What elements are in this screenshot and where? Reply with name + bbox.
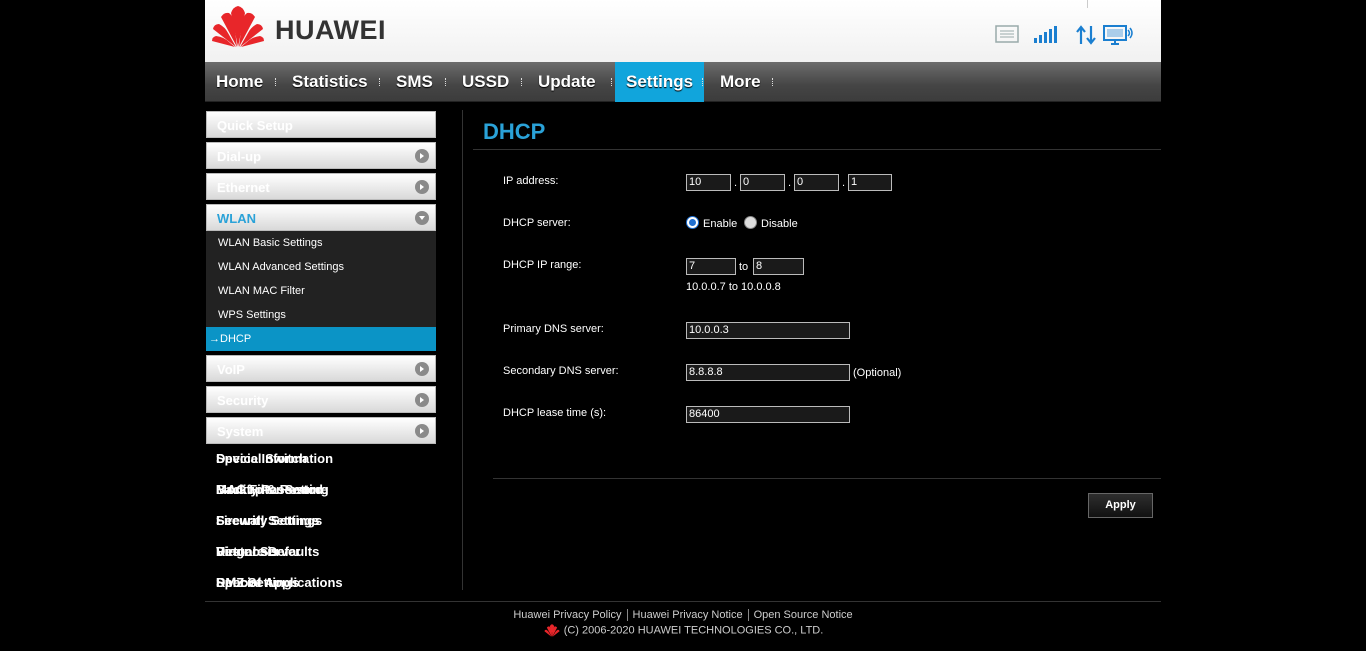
chevron-right-icon bbox=[415, 149, 429, 163]
main-nav: Home Statistics SMS USSD Update Settings… bbox=[205, 62, 1161, 102]
nav-settings[interactable]: Settings bbox=[615, 62, 705, 102]
nav-update[interactable]: Update bbox=[527, 62, 607, 102]
chevron-down-icon bbox=[415, 211, 429, 225]
chevron-right-icon bbox=[415, 424, 429, 438]
message-icon[interactable] bbox=[995, 24, 1019, 44]
header: HUAWEI bbox=[205, 0, 1161, 62]
sidebar-item-dhcp[interactable]: →DHCP bbox=[206, 327, 436, 351]
menu-ethernet[interactable]: Ethernet bbox=[206, 173, 436, 200]
menu-quick-setup[interactable]: Quick Setup bbox=[206, 111, 436, 138]
dhcp-range-hint: 10.0.0.7 to 10.0.0.8 bbox=[686, 281, 781, 293]
huawei-small-logo-icon bbox=[544, 624, 560, 637]
dhcp-disable-label: Disable bbox=[761, 218, 798, 230]
sidebar-item-label: Virtual Server bbox=[216, 544, 301, 559]
range-to-label: to bbox=[739, 261, 749, 273]
menu-wlan[interactable]: WLAN bbox=[206, 204, 436, 231]
menu-label: Security bbox=[217, 393, 269, 408]
nav-separator bbox=[379, 78, 381, 86]
nav-more[interactable]: More bbox=[709, 62, 772, 102]
sidebar-item-wlan-advanced[interactable]: WLAN Advanced Settings bbox=[206, 255, 436, 279]
primary-dns-label: Primary DNS server: bbox=[503, 323, 604, 335]
arrow-right-icon: → bbox=[209, 333, 220, 345]
nav-sms[interactable]: SMS bbox=[385, 62, 444, 102]
dhcp-enable-radio[interactable] bbox=[686, 216, 699, 229]
sidebar-item-wlan-basic[interactable]: WLAN Basic Settings bbox=[206, 231, 436, 255]
nav-separator bbox=[275, 78, 277, 86]
nav-home[interactable]: Home bbox=[205, 62, 274, 102]
menu-label: Dial-up bbox=[217, 149, 262, 164]
page: HUAWEI Home Statistics SMS USSD Update S… bbox=[205, 0, 1161, 651]
lease-time-input[interactable]: 86400 bbox=[686, 406, 850, 423]
open-source-link[interactable]: Open Source Notice bbox=[749, 609, 858, 621]
nav-separator bbox=[772, 78, 774, 86]
sidebar-item-label: Firewall Settings bbox=[216, 513, 320, 528]
dhcp-range-label: DHCP IP range: bbox=[503, 259, 582, 271]
sidebar-item-wlan-mac-filter[interactable]: WLAN MAC Filter bbox=[206, 279, 436, 303]
connected-device-icon bbox=[1103, 25, 1133, 45]
ip-dot: . bbox=[788, 177, 792, 189]
ip-dot: . bbox=[734, 177, 738, 189]
huawei-logo-icon bbox=[212, 6, 264, 47]
title-divider bbox=[473, 149, 1161, 150]
menu-label: WLAN bbox=[217, 211, 256, 226]
chevron-right-icon bbox=[415, 362, 429, 376]
primary-dns-input[interactable]: 10.0.0.3 bbox=[686, 322, 850, 339]
privacy-notice-link[interactable]: Huawei Privacy Notice bbox=[628, 609, 748, 621]
vertical-divider bbox=[462, 110, 463, 590]
footer-links: Huawei Privacy Policy Huawei Privacy Noti… bbox=[205, 609, 1161, 622]
dhcp-range-start-input[interactable]: 7 bbox=[686, 258, 736, 275]
secondary-dns-input[interactable]: 8.8.8.8 bbox=[686, 364, 850, 381]
nav-separator bbox=[445, 78, 447, 86]
copyright: (C) 2006-2020 HUAWEI TECHNOLOGIES CO., L… bbox=[205, 624, 1161, 637]
privacy-policy-link[interactable]: Huawei Privacy Policy bbox=[508, 609, 626, 621]
ip-dot: . bbox=[842, 177, 846, 189]
menu-label: Quick Setup bbox=[217, 118, 293, 133]
data-transfer-icon bbox=[1076, 25, 1096, 45]
sidebar-item-label: DHCP bbox=[220, 333, 252, 345]
menu-dialup[interactable]: Dial-up bbox=[206, 142, 436, 169]
dhcp-server-label: DHCP server: bbox=[503, 217, 571, 229]
menu-voip[interactable]: VoIP bbox=[206, 355, 436, 382]
footer-divider bbox=[205, 601, 1161, 602]
ip-octet-4-input[interactable]: 1 bbox=[848, 174, 892, 191]
sidebar-item-label: Special Switch bbox=[216, 451, 308, 466]
lease-time-label: DHCP lease time (s): bbox=[503, 407, 607, 419]
sidebar-item-label: Backup & Restore bbox=[216, 482, 328, 497]
menu-label: VoIP bbox=[217, 362, 245, 377]
page-title: DHCP bbox=[483, 119, 546, 144]
nav-separator bbox=[611, 78, 613, 86]
nav-separator bbox=[521, 78, 523, 86]
signal-strength-icon bbox=[1034, 26, 1057, 43]
header-divider bbox=[1087, 0, 1088, 8]
chevron-right-icon bbox=[415, 393, 429, 407]
menu-label: Ethernet bbox=[217, 180, 270, 195]
form-divider bbox=[493, 478, 1161, 479]
nav-ussd[interactable]: USSD bbox=[451, 62, 520, 102]
optional-label: (Optional) bbox=[853, 367, 902, 379]
copyright-text: (C) 2006-2020 HUAWEI TECHNOLOGIES CO., L… bbox=[563, 624, 824, 637]
dhcp-range-end-input[interactable]: 8 bbox=[753, 258, 804, 275]
dhcp-disable-radio[interactable] bbox=[744, 216, 757, 229]
nav-separator bbox=[702, 78, 704, 86]
menu-system[interactable]: System bbox=[206, 417, 436, 444]
menu-security[interactable]: Security bbox=[206, 386, 436, 413]
dhcp-enable-label: Enable bbox=[703, 218, 738, 230]
secondary-dns-label: Secondary DNS server: bbox=[503, 365, 619, 377]
ip-octet-1-input[interactable]: 10 bbox=[686, 174, 731, 191]
ip-octet-2-input[interactable]: 0 bbox=[740, 174, 785, 191]
ip-octet-3-input[interactable]: 0 bbox=[794, 174, 839, 191]
ip-address-label: IP address: bbox=[503, 175, 559, 187]
apply-button[interactable]: Apply bbox=[1088, 493, 1153, 518]
nav-statistics[interactable]: Statistics bbox=[281, 62, 379, 102]
brand-name: HUAWEI bbox=[275, 15, 386, 45]
menu-label: System bbox=[217, 424, 264, 439]
sidebar-item-label: DMZ Settings bbox=[216, 575, 300, 590]
sidebar-item-wps[interactable]: WPS Settings bbox=[206, 303, 436, 327]
chevron-right-icon bbox=[415, 180, 429, 194]
